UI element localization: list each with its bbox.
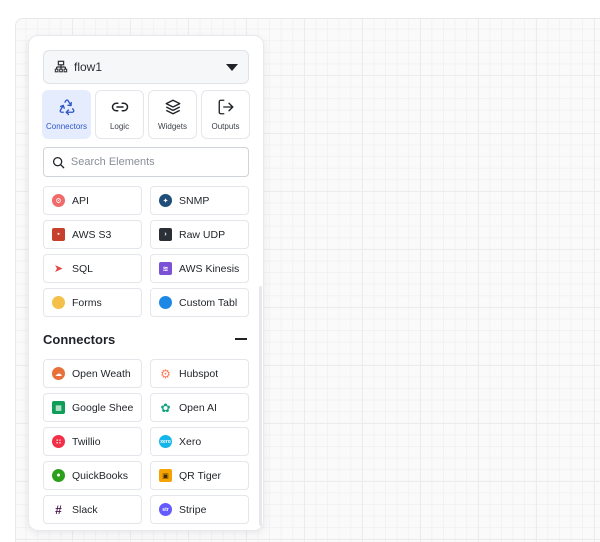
twilio-icon: ∷ [52,435,65,448]
tab-label: Widgets [158,122,187,131]
element-snmp[interactable]: ✦ SNMP [150,186,249,215]
terminal-icon: › [159,228,172,241]
snmp-icon: ✦ [159,194,172,207]
section-title: Connectors [43,331,116,347]
elements-list[interactable]: ⚙ API ✦ SNMP ▪ AWS S3 › Raw UDP ➤ SQL ≋ … [43,186,249,530]
tab-outputs[interactable]: Outputs [201,90,250,139]
slack-icon: # [52,503,65,517]
connectors-grid: ☁ Open Weath ⚙ Hubspot ▦ Google Shee ✿ O… [43,359,249,524]
search-input[interactable] [70,156,240,168]
element-stripe[interactable]: str Stripe [150,495,249,524]
element-google-sheets[interactable]: ▦ Google Shee [43,393,142,422]
element-open-weather[interactable]: ☁ Open Weath [43,359,142,388]
open-weather-icon: ☁ [52,367,65,380]
connectors-section-header[interactable]: Connectors [43,329,249,349]
log-out-icon [218,99,233,115]
element-open-ai[interactable]: ✿ Open AI [150,393,249,422]
aws-s3-icon: ▪ [52,228,65,241]
layers-icon [165,99,180,115]
scrollbar[interactable] [259,286,262,526]
stripe-icon: str [159,503,172,516]
element-custom-table[interactable]: Custom Tabl [150,288,249,317]
sql-icon: ➤ [52,262,65,275]
general-elements-grid: ⚙ API ✦ SNMP ▪ AWS S3 › Raw UDP ➤ SQL ≋ … [43,186,249,317]
forms-icon [52,296,65,309]
flow-tree-icon [54,60,68,73]
element-quickbooks[interactable]: ● QuickBooks [43,461,142,490]
caret-down-icon [226,63,238,71]
search-box[interactable] [43,147,249,177]
search-icon [52,156,65,168]
element-raw-udp[interactable]: › Raw UDP [150,220,249,249]
tab-label: Logic [109,122,130,131]
quickbooks-icon: ● [52,469,65,482]
recycle-icon [59,99,74,116]
custom-table-icon [159,296,172,309]
hubspot-icon: ⚙ [159,366,172,381]
tab-label: Outputs [211,122,240,131]
element-qr-tiger[interactable]: ▣ QR Tiger [150,461,249,490]
element-hubspot[interactable]: ⚙ Hubspot [150,359,249,388]
flow-name: flow1 [74,60,103,74]
element-aws-s3[interactable]: ▪ AWS S3 [43,220,142,249]
tab-widgets[interactable]: Widgets [148,90,197,139]
element-sql[interactable]: ➤ SQL [43,254,142,283]
tab-label: Connectors [46,122,87,131]
element-xero[interactable]: xero Xero [150,427,249,456]
elements-panel: flow1 Connectors Logic Widgets Outputs S… [28,35,264,531]
qr-tiger-icon: ▣ [159,469,172,482]
link-icon [111,102,128,112]
openai-icon: ✿ [159,400,172,415]
tab-connectors[interactable]: Connectors [42,90,91,139]
element-type-tabs: Connectors Logic Widgets Outputs [42,90,250,139]
element-aws-kinesis[interactable]: ≋ AWS Kinesis [150,254,249,283]
element-forms[interactable]: Forms [43,288,142,317]
aws-kinesis-icon: ≋ [159,262,172,275]
tab-logic[interactable]: Logic [95,90,144,139]
element-twilio[interactable]: ∷ Twillio [43,427,142,456]
element-api[interactable]: ⚙ API [43,186,142,215]
collapse-minus-icon[interactable] [235,338,247,340]
google-sheets-icon: ▦ [52,401,65,414]
element-slack[interactable]: # Slack [43,495,142,524]
flow-selector[interactable]: flow1 [43,50,249,84]
api-icon: ⚙ [52,194,65,207]
xero-icon: xero [159,435,172,448]
